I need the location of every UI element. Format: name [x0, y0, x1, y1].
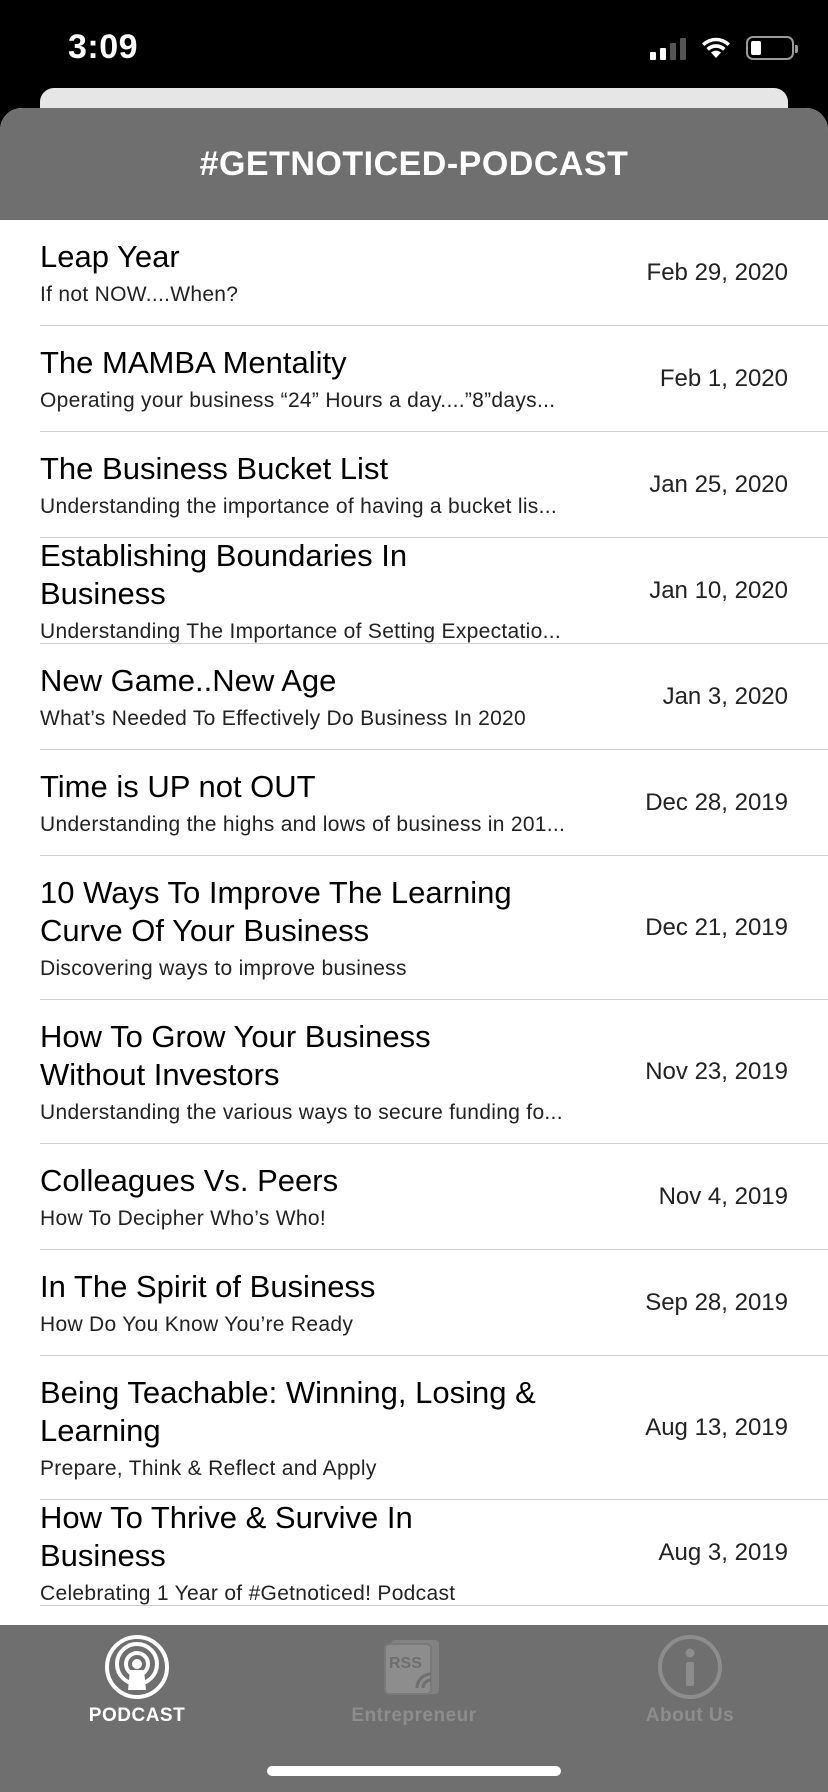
- episode-list[interactable]: Leap Year If not NOW....When? Feb 29, 202…: [0, 220, 828, 1606]
- episode-subtitle: If not NOW....When?: [40, 282, 239, 306]
- episode-row[interactable]: Time is UP not OUT Understanding the high…: [40, 750, 828, 856]
- episode-date: Jan 3, 2020: [662, 682, 788, 710]
- episode-subtitle: How To Decipher Who’s Who!: [40, 1206, 326, 1230]
- episode-row[interactable]: How To Grow Your Business Without Invest…: [40, 1000, 828, 1144]
- tab-label: Entrepreneur: [351, 1705, 477, 1726]
- episode-date: Jan 10, 2020: [649, 576, 788, 604]
- tab-label: About Us: [645, 1705, 735, 1726]
- podcast-sheet: #GETNOTICED-PODCAST Leap Year If not NOW.…: [0, 108, 828, 1792]
- episode-row[interactable]: Establishing Boundaries In Business Under…: [40, 538, 828, 644]
- episode-date: Feb 29, 2020: [646, 258, 788, 286]
- home-indicator[interactable]: [267, 1766, 561, 1776]
- episode-date: Aug 3, 2019: [658, 1538, 788, 1566]
- episode-subtitle: Understanding the highs and lows of busi…: [40, 812, 566, 836]
- episode-title: 10 Ways To Improve The Learning Curve Of…: [40, 874, 512, 948]
- status-time: 3:09: [68, 28, 139, 66]
- episode-subtitle: Prepare, Think & Reflect and Apply: [40, 1456, 377, 1480]
- episode-title: The MAMBA Mentality: [40, 344, 347, 380]
- wifi-icon: [702, 37, 730, 58]
- status-icons: [650, 36, 798, 60]
- episode-row[interactable]: Colleagues Vs. Peers How To Decipher Who’…: [40, 1144, 828, 1250]
- episode-row[interactable]: New Game..New Age What’s Needed To Effect…: [40, 644, 828, 750]
- episode-subtitle: How Do You Know You’re Ready: [40, 1312, 354, 1336]
- episode-row[interactable]: Being Teachable: Winning, Losing & Learn…: [40, 1356, 828, 1500]
- episode-date: Aug 13, 2019: [645, 1413, 788, 1441]
- podcast-icon: [103, 1633, 171, 1701]
- episode-row[interactable]: 10 Ways To Improve The Learning Curve Of…: [40, 856, 828, 1000]
- episode-subtitle: Understanding the importance of having a…: [40, 494, 557, 518]
- episode-date: Nov 4, 2019: [658, 1182, 788, 1210]
- episode-title: Leap Year: [40, 238, 180, 274]
- episode-row[interactable]: The Business Bucket List Understanding th…: [40, 432, 828, 538]
- episode-date: Feb 1, 2020: [659, 364, 788, 392]
- tab-about-us[interactable]: About Us: [590, 1633, 790, 1727]
- tab-label: PODCAST: [88, 1705, 186, 1726]
- episode-title: Time is UP not OUT: [40, 768, 316, 804]
- episode-date: Dec 21, 2019: [645, 913, 788, 941]
- episode-row[interactable]: In The Spirit of Business How Do You Know…: [40, 1250, 828, 1356]
- page-title: #GETNOTICED-PODCAST: [0, 108, 828, 220]
- episode-row[interactable]: Leap Year If not NOW....When? Feb 29, 202…: [40, 220, 828, 326]
- svg-text:RSS: RSS: [389, 1655, 422, 1672]
- episode-subtitle: Discovering ways to improve business: [40, 956, 407, 980]
- episode-subtitle: Celebrating 1 Year of #Getnoticed! Podca…: [40, 1581, 456, 1605]
- episode-title: Being Teachable: Winning, Losing & Learn…: [40, 1374, 536, 1448]
- episode-date: Jan 25, 2020: [649, 470, 788, 498]
- info-icon: [656, 1633, 724, 1701]
- episode-row[interactable]: The MAMBA Mentality Operating your busine…: [40, 326, 828, 432]
- rss-icon: RSS: [380, 1633, 448, 1701]
- episode-title: Establishing Boundaries In Business: [40, 537, 408, 611]
- episode-title: How To Grow Your Business Without Invest…: [40, 1018, 431, 1092]
- tab-podcast[interactable]: PODCAST: [37, 1633, 237, 1727]
- episode-title: How To Thrive & Survive In Business: [40, 1499, 413, 1573]
- episode-date: Dec 28, 2019: [645, 788, 788, 816]
- episode-date: Nov 23, 2019: [645, 1057, 788, 1085]
- episode-title: Colleagues Vs. Peers: [40, 1162, 339, 1198]
- episode-subtitle: Understanding The Importance of Setting …: [40, 619, 561, 643]
- cellular-signal-icon: [650, 36, 686, 60]
- status-bar: 3:09: [0, 0, 828, 100]
- episode-date: Sep 28, 2019: [645, 1288, 788, 1316]
- episode-title: New Game..New Age: [40, 662, 337, 698]
- tab-entrepreneur[interactable]: RSS Entrepreneur: [314, 1633, 514, 1727]
- episode-subtitle: Operating your business “24” Hours a day…: [40, 388, 556, 412]
- episode-subtitle: What’s Needed To Effectively Do Business…: [40, 706, 527, 730]
- episode-row[interactable]: How To Thrive & Survive In Business Celeb…: [40, 1500, 828, 1606]
- battery-icon: [746, 36, 798, 60]
- episode-title: The Business Bucket List: [40, 450, 389, 486]
- episode-subtitle: Understanding the various ways to secure…: [40, 1100, 563, 1124]
- episode-title: In The Spirit of Business: [40, 1268, 376, 1304]
